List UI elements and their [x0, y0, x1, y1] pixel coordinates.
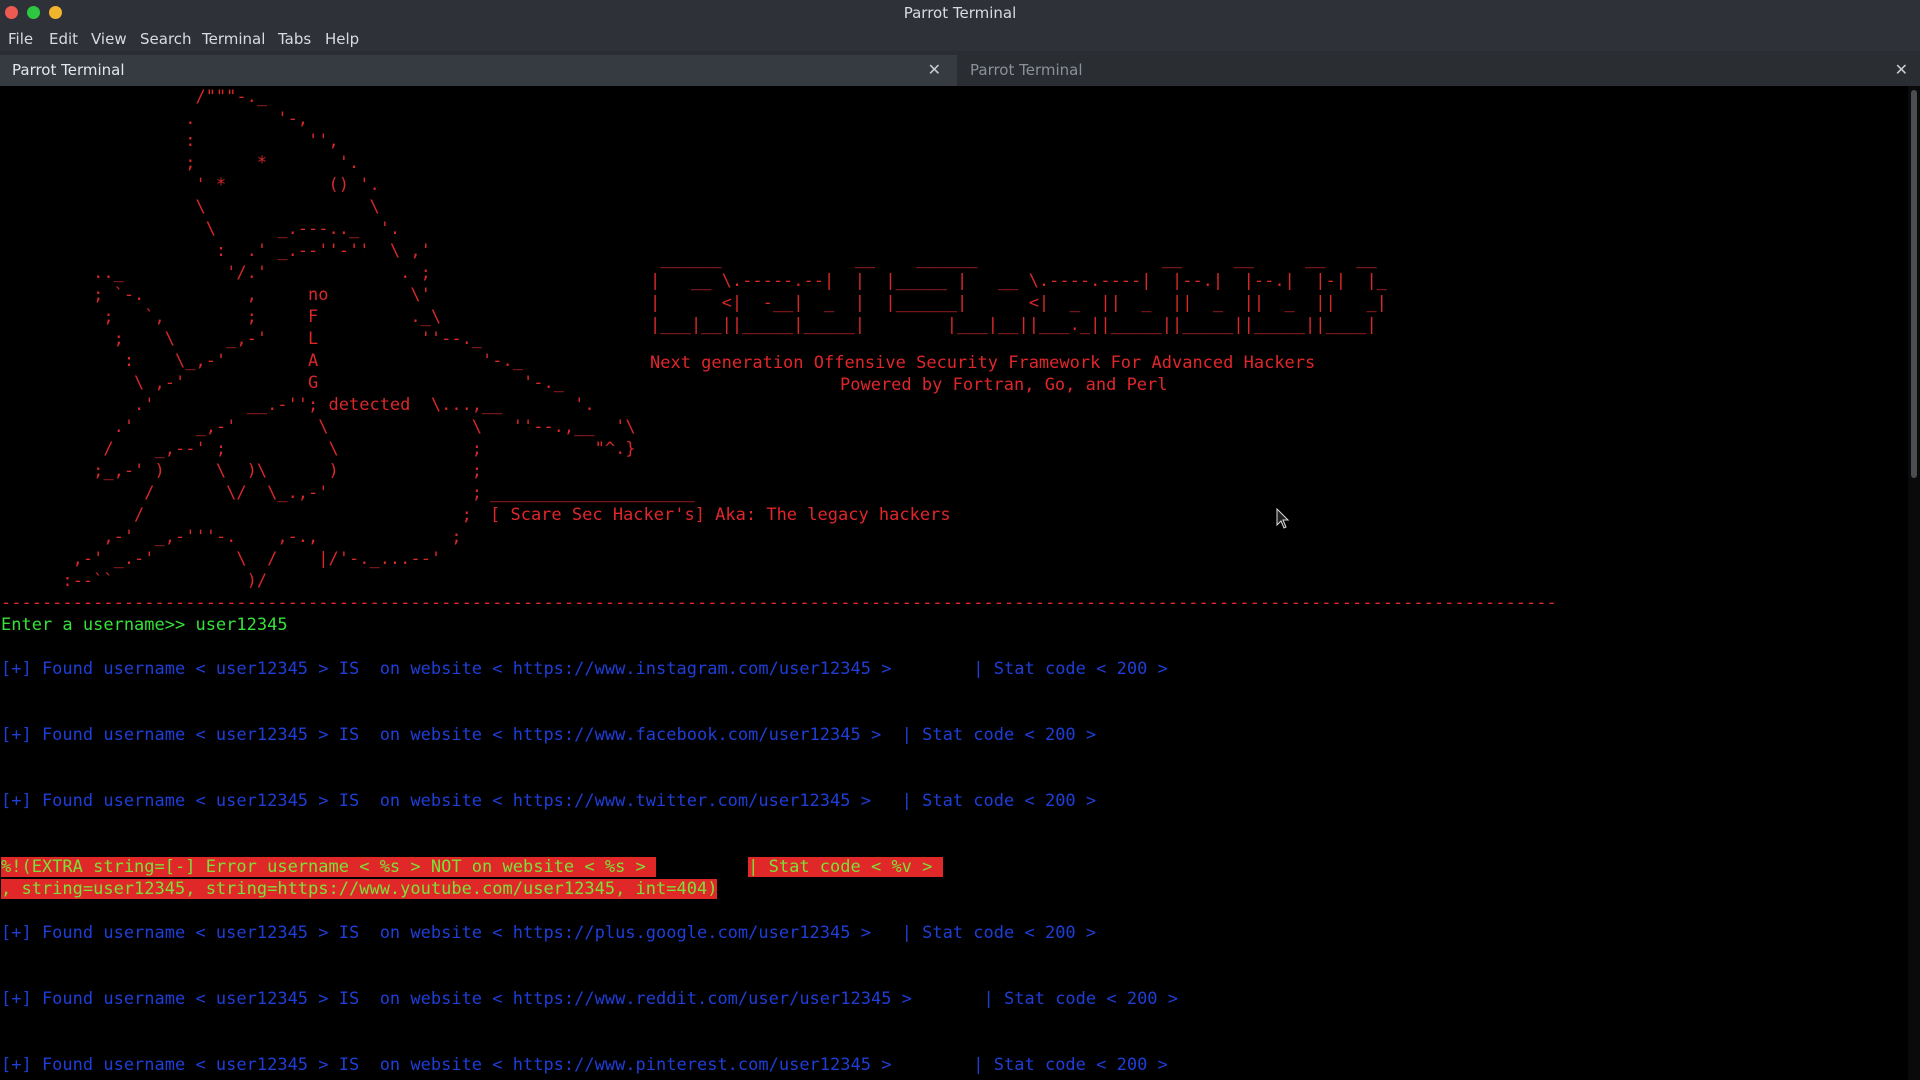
menu-bar: File Edit View Search Terminal Tabs Help — [0, 27, 1920, 51]
error-line-1: %!(EXTRA string=[-] Error username < %s … — [1, 856, 943, 878]
scrollbar-thumb[interactable] — [1911, 90, 1917, 478]
result-line-facebook: [+] Found username < user12345 > IS on w… — [1, 725, 1097, 745]
error-text-part2: | Stat code < %v > — [748, 857, 943, 877]
menu-view[interactable]: View — [91, 30, 127, 48]
tab-label: Parrot Terminal — [12, 61, 125, 79]
menu-file[interactable]: File — [8, 30, 33, 48]
result-line-twitter: [+] Found username < user12345 > IS on w… — [1, 791, 1097, 811]
scare-underline: ____________________ — [490, 483, 695, 503]
tab-parrot-terminal-2[interactable]: Parrot Terminal ✕ — [958, 55, 1920, 86]
separator-line: ----------------------------------------… — [1, 593, 1557, 613]
banner-ascii-title: ______ __ ______ __ __ __ __ | __ \.----… — [650, 249, 1387, 335]
error-text-part3: , string=user12345, string=https://www.y… — [1, 879, 718, 899]
menu-edit[interactable]: Edit — [49, 30, 78, 48]
banner-subtitle: Next generation Offensive Security Frame… — [650, 353, 1316, 373]
window-title: Parrot Terminal — [903, 4, 1017, 22]
mouse-pointer-icon — [1276, 508, 1290, 529]
close-icon[interactable]: ✕ — [928, 60, 941, 79]
result-line-pinterest: [+] Found username < user12345 > IS on w… — [1, 1055, 1168, 1075]
banner-powered-by: Powered by Fortran, Go, and Perl — [840, 375, 1168, 395]
result-line-instagram: [+] Found username < user12345 > IS on w… — [1, 659, 1168, 679]
error-text-part1: %!(EXTRA string=[-] Error username < %s … — [1, 857, 657, 877]
tab-bar: Parrot Terminal ✕ Parrot Terminal ✕ — [0, 51, 1920, 87]
close-icon[interactable]: ✕ — [1895, 60, 1908, 79]
menu-tabs[interactable]: Tabs — [278, 30, 311, 48]
username-prompt: Enter a username>> user12345 — [1, 615, 288, 635]
tab-parrot-terminal-1[interactable]: Parrot Terminal ✕ — [0, 55, 957, 86]
window-titlebar: Parrot Terminal — [0, 0, 1920, 27]
terminal-output[interactable]: /"""-._ . '-, : '', ; * '. ' * () '. \ \ — [0, 86, 1908, 1080]
menu-terminal[interactable]: Terminal — [202, 30, 265, 48]
result-line-google: [+] Found username < user12345 > IS on w… — [1, 923, 1097, 943]
result-line-reddit: [+] Found username < user12345 > IS on w… — [1, 989, 1179, 1009]
scare-tagline: [ Scare Sec Hacker's] Aka: The legacy ha… — [490, 505, 951, 525]
menu-help[interactable]: Help — [325, 30, 359, 48]
error-line-2: , string=user12345, string=https://www.y… — [1, 878, 718, 900]
menu-search[interactable]: Search — [140, 30, 192, 48]
tab-label: Parrot Terminal — [970, 61, 1083, 79]
terminal-scrollbar[interactable] — [1908, 86, 1920, 1080]
